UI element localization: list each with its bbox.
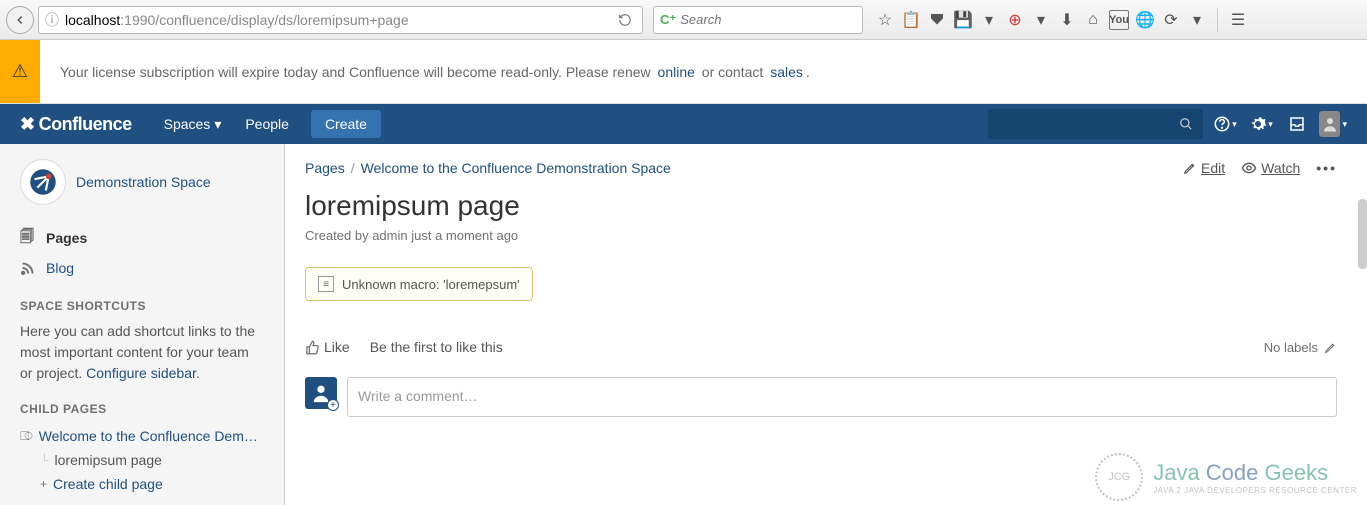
header-right: ▾ ▾ ▾ bbox=[988, 109, 1347, 139]
spaces-menu[interactable]: Spaces▾ bbox=[152, 106, 234, 143]
header-search[interactable] bbox=[988, 109, 1203, 139]
edit-labels-icon[interactable] bbox=[1324, 341, 1337, 354]
comment-input[interactable]: Write a comment… bbox=[347, 377, 1337, 417]
create-button[interactable]: Create bbox=[311, 110, 381, 138]
child-page-welcome[interactable]: ⎄ Welcome to the Confluence Dem… bbox=[20, 424, 264, 448]
license-warning-banner: ⚠ Your license subscription will expire … bbox=[0, 40, 1367, 104]
reload-icon[interactable] bbox=[614, 13, 636, 27]
browser-icons-group: ☆ 📋 💾 ▾ ⊕ ▾ ⬇ ⌂ You 🌐 ⟳ ▾ ☰ bbox=[875, 8, 1248, 32]
sidebar-item-pages[interactable]: 🗐 Pages bbox=[20, 221, 264, 255]
clipboard-icon[interactable]: 📋 bbox=[901, 10, 921, 30]
breadcrumb-separator: / bbox=[351, 160, 355, 176]
watermark-logo: JCG Java Code Geeks JAVA 2 JAVA DEVELOPE… bbox=[1095, 453, 1357, 501]
url-text: localhost:1990/confluence/display/ds/lor… bbox=[65, 12, 614, 28]
confluence-logo[interactable]: ✖ Confluence bbox=[20, 114, 132, 135]
watermark-title: Java Code Geeks bbox=[1153, 460, 1357, 486]
watermark-circle-icon: JCG bbox=[1095, 453, 1143, 501]
browser-toolbar: ⓘ localhost:1990/confluence/display/ds/l… bbox=[0, 0, 1367, 40]
home-icon[interactable]: ⌂ bbox=[1083, 10, 1103, 30]
plus-icon: + bbox=[40, 477, 47, 491]
more-actions-button[interactable]: ••• bbox=[1316, 160, 1337, 176]
labels-section: No labels bbox=[1264, 340, 1337, 355]
shortcuts-heading: SPACE SHORTCUTS bbox=[20, 299, 264, 313]
header-nav: Spaces▾ People Create bbox=[152, 106, 381, 143]
pocket-icon[interactable] bbox=[927, 10, 947, 30]
confluence-header: ✖ Confluence Spaces▾ People Create ▾ ▾ ▾ bbox=[0, 104, 1367, 144]
unknown-macro-warning: ≡ Unknown macro: 'loremepsum' bbox=[305, 267, 533, 301]
tree-branch-icon: └ bbox=[40, 453, 49, 467]
help-icon[interactable]: ▾ bbox=[1211, 110, 1239, 138]
warning-icon: ⚠ bbox=[0, 40, 40, 103]
sync-icon[interactable]: ⟳ bbox=[1161, 10, 1181, 30]
main-area: Demonstration Space 🗐 Pages Blog SPACE S… bbox=[0, 144, 1367, 505]
space-avatar-icon bbox=[20, 159, 66, 205]
sidebar-item-blog[interactable]: Blog bbox=[20, 255, 264, 281]
add-badge-icon: + bbox=[327, 399, 339, 411]
profile-avatar-icon bbox=[1319, 111, 1340, 137]
dropdown-icon-3[interactable]: ▾ bbox=[1187, 10, 1207, 30]
info-icon: ⓘ bbox=[45, 10, 59, 30]
like-row: Like Be the first to like this No labels bbox=[305, 339, 1337, 355]
divider bbox=[1217, 8, 1218, 32]
page-actions: Edit Watch ••• bbox=[1183, 160, 1337, 176]
save-icon[interactable]: 💾 bbox=[953, 10, 973, 30]
configure-sidebar-link[interactable]: Configure sidebar bbox=[86, 365, 196, 381]
breadcrumb-pages[interactable]: Pages bbox=[305, 160, 345, 176]
page-title: loremipsum page bbox=[305, 190, 1337, 222]
no-labels-text: No labels bbox=[1264, 340, 1318, 355]
edit-button[interactable]: Edit bbox=[1183, 160, 1225, 176]
download-icon[interactable]: ⬇ bbox=[1057, 10, 1077, 30]
space-name-link[interactable]: Demonstration Space bbox=[76, 174, 211, 190]
like-description: Be the first to like this bbox=[370, 339, 503, 355]
renew-online-link[interactable]: online bbox=[658, 64, 695, 80]
breadcrumb-welcome[interactable]: Welcome to the Confluence Demonstration … bbox=[361, 160, 671, 176]
comment-avatar-icon: + bbox=[305, 377, 337, 409]
watermark-subtitle: JAVA 2 JAVA DEVELOPERS RESOURCE CENTER bbox=[1153, 486, 1357, 495]
confluence-logo-icon: ✖ bbox=[20, 114, 35, 135]
watch-button[interactable]: Watch bbox=[1241, 160, 1300, 176]
blog-rss-icon bbox=[20, 261, 38, 276]
url-bar[interactable]: ⓘ localhost:1990/confluence/display/ds/l… bbox=[38, 6, 643, 34]
pages-icon: 🗐 bbox=[20, 226, 38, 250]
dropdown-icon[interactable]: ▾ bbox=[979, 10, 999, 30]
youtube-icon[interactable]: You bbox=[1109, 10, 1129, 30]
plus-box-icon[interactable]: ⊕ bbox=[1005, 10, 1025, 30]
profile-menu[interactable]: ▾ bbox=[1319, 110, 1347, 138]
child-page-current[interactable]: └ loremipsum page bbox=[20, 448, 264, 472]
child-pages-heading: CHILD PAGES bbox=[20, 402, 264, 416]
inbox-icon[interactable] bbox=[1283, 110, 1311, 138]
breadcrumb: Pages / Welcome to the Confluence Demons… bbox=[305, 160, 1337, 176]
settings-icon[interactable]: ▾ bbox=[1247, 110, 1275, 138]
comment-row: + Write a comment… bbox=[305, 377, 1337, 417]
browser-search-bar[interactable]: C⁺ bbox=[653, 6, 863, 34]
space-header[interactable]: Demonstration Space bbox=[20, 159, 264, 205]
back-button[interactable] bbox=[6, 6, 34, 34]
browser-search-input[interactable] bbox=[680, 12, 858, 27]
dropdown-icon-2[interactable]: ▾ bbox=[1031, 10, 1051, 30]
create-child-page[interactable]: + Create child page bbox=[20, 472, 264, 496]
globe-icon[interactable]: 🌐 bbox=[1135, 10, 1155, 30]
menu-icon[interactable]: ☰ bbox=[1228, 10, 1248, 30]
tree-icon: ⎄ bbox=[20, 429, 33, 444]
content-area: Pages / Welcome to the Confluence Demons… bbox=[285, 144, 1367, 505]
star-icon[interactable]: ☆ bbox=[875, 10, 895, 30]
like-button[interactable]: Like bbox=[305, 339, 350, 355]
shortcuts-description: Here you can add shortcut links to the m… bbox=[20, 321, 264, 384]
warning-text: Your license subscription will expire to… bbox=[40, 40, 1367, 103]
contact-sales-link[interactable]: sales bbox=[770, 64, 803, 80]
search-engine-icon: C⁺ bbox=[660, 12, 676, 28]
macro-doc-icon: ≡ bbox=[318, 276, 334, 292]
people-link[interactable]: People bbox=[233, 106, 301, 142]
sidebar: Demonstration Space 🗐 Pages Blog SPACE S… bbox=[0, 144, 285, 505]
scrollbar[interactable] bbox=[1358, 199, 1367, 269]
page-meta: Created by admin just a moment ago bbox=[305, 228, 1337, 243]
